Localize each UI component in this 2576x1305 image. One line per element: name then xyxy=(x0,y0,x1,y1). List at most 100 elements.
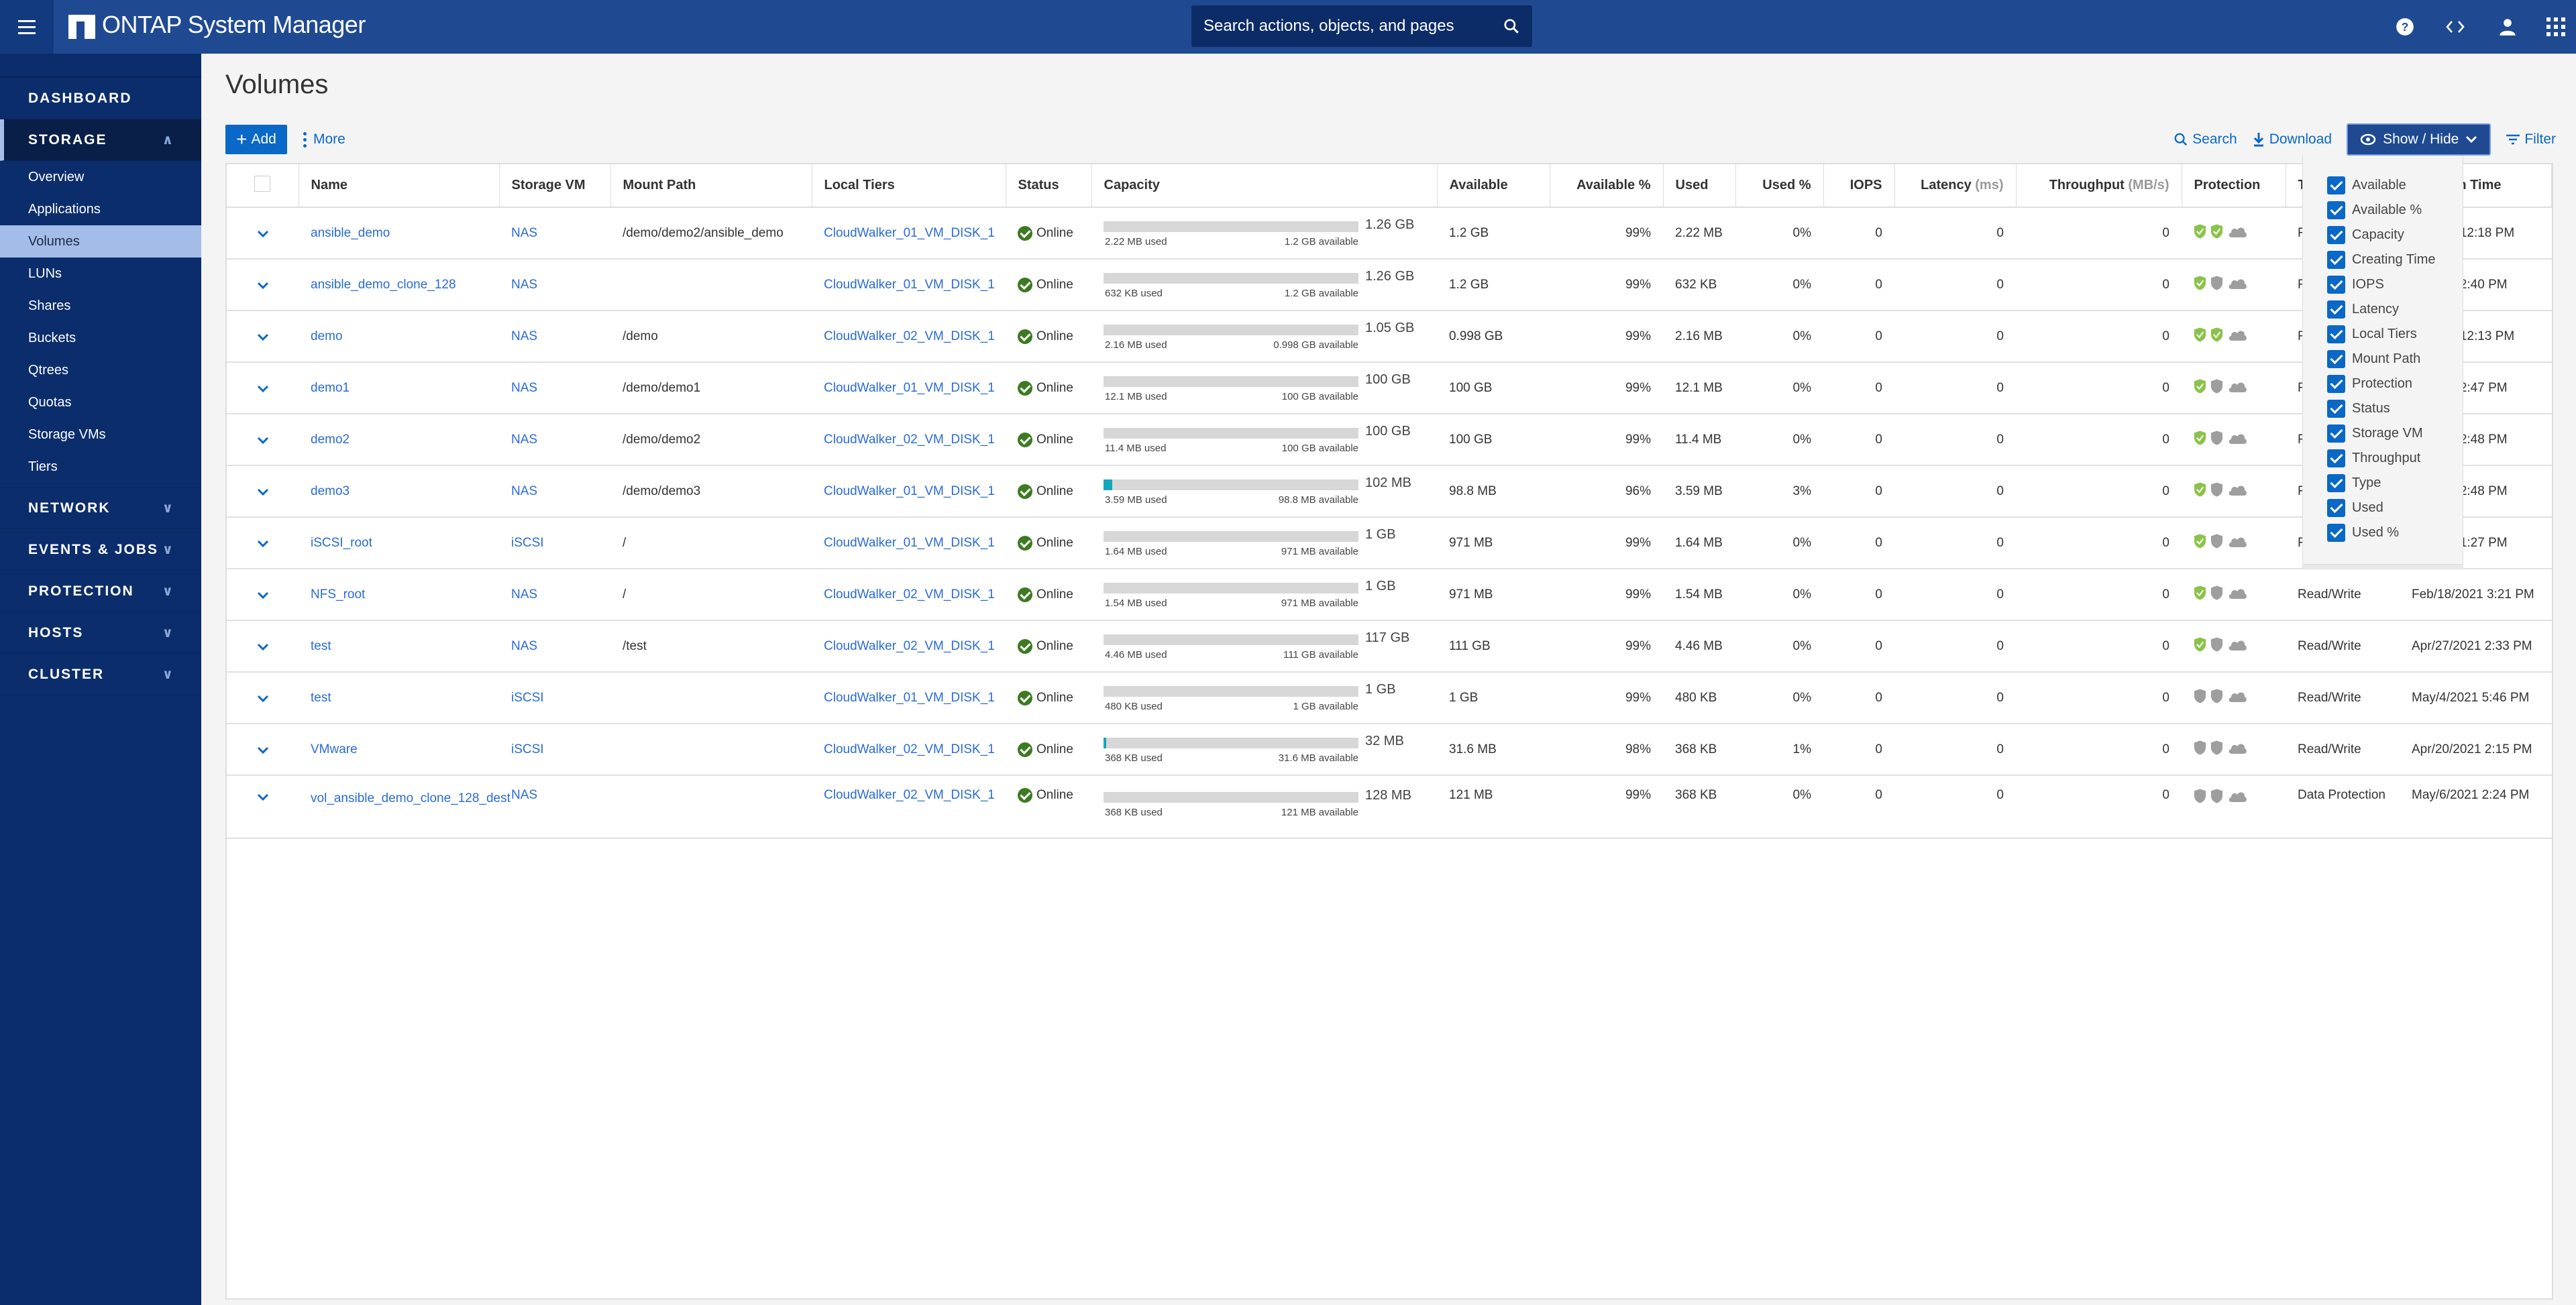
checkbox-checked-icon[interactable] xyxy=(2327,325,2345,343)
volume-name-link[interactable]: iSCSI_root xyxy=(299,517,499,569)
expand-row-button[interactable] xyxy=(227,724,299,776)
show-hide-option[interactable]: Protection xyxy=(2303,372,2463,396)
checkbox-checked-icon[interactable] xyxy=(2327,375,2345,393)
column-header-available[interactable]: Available xyxy=(1437,164,1550,208)
storage-vm-link[interactable]: NAS xyxy=(499,259,610,311)
checkbox-checked-icon[interactable] xyxy=(2327,251,2345,269)
sidebar-item-volumes[interactable]: Volumes xyxy=(0,225,201,258)
storage-vm-link[interactable]: NAS xyxy=(499,569,610,621)
column-header-local-tiers[interactable]: Local Tiers xyxy=(812,164,1006,208)
local-tier-link[interactable]: CloudWalker_02_VM_DISK_1 xyxy=(812,724,1006,776)
api-code-icon[interactable] xyxy=(2440,12,2470,42)
sidebar-item-buckets[interactable]: Buckets xyxy=(0,322,201,354)
volume-name-link[interactable]: vol_ansible_demo_clone_128_dest xyxy=(299,775,511,839)
sidebar-item-shares[interactable]: Shares xyxy=(0,290,201,322)
table-row[interactable]: demo1 NAS/demo/demo1 CloudWalker_01_VM_DIS… xyxy=(227,362,2552,414)
storage-vm-link[interactable]: NAS xyxy=(499,775,610,839)
volume-name-link[interactable]: demo3 xyxy=(299,465,499,518)
show-hide-option[interactable]: Mount Path xyxy=(2303,347,2463,372)
storage-vm-link[interactable]: iSCSI xyxy=(499,517,610,569)
show-hide-option[interactable]: Throughput xyxy=(2303,446,2463,471)
column-header-status[interactable]: Status xyxy=(1006,164,1092,208)
expand-row-button[interactable] xyxy=(227,775,299,839)
column-header-mount-path[interactable]: Mount Path xyxy=(610,164,812,208)
sidebar-section-protection[interactable]: PROTECTION ∨ xyxy=(0,571,201,612)
sidebar-item-applications[interactable]: Applications xyxy=(0,193,201,225)
volume-name-link[interactable]: demo2 xyxy=(299,414,499,466)
table-row[interactable]: test NAS/test CloudWalker_02_VM_DISK_1 Onli… xyxy=(227,620,2552,673)
sidebar-section-events-jobs[interactable]: EVENTS & JOBS ∨ xyxy=(0,529,201,571)
local-tier-link[interactable]: CloudWalker_01_VM_DISK_1 xyxy=(812,672,1006,724)
local-tier-link[interactable]: CloudWalker_01_VM_DISK_1 xyxy=(812,517,1006,569)
show-hide-option[interactable]: Used % xyxy=(2303,520,2463,545)
expand-row-button[interactable] xyxy=(227,310,299,363)
search-icon[interactable] xyxy=(1503,17,1520,35)
column-header-used[interactable]: Used xyxy=(1663,164,1736,208)
table-row[interactable]: demo2 NAS/demo/demo2 CloudWalker_02_VM_DIS… xyxy=(227,414,2552,466)
show-hide-button[interactable]: Show / Hide xyxy=(2347,123,2491,156)
local-tier-link[interactable]: CloudWalker_02_VM_DISK_1 xyxy=(812,569,1006,621)
column-header-iops[interactable]: IOPS xyxy=(1823,164,1895,208)
search-button[interactable]: Search xyxy=(2174,131,2237,148)
expand-row-button[interactable] xyxy=(227,414,299,466)
column-header-available-pct[interactable]: Available % xyxy=(1550,164,1664,208)
global-search-input[interactable] xyxy=(1203,17,1503,36)
column-header-throughput[interactable]: Throughput (MB/s) xyxy=(2016,164,2182,208)
expand-row-button[interactable] xyxy=(227,362,299,414)
checkbox-checked-icon[interactable] xyxy=(2327,300,2345,319)
sidebar-item-quotas[interactable]: Quotas xyxy=(0,386,201,418)
app-grid-icon[interactable] xyxy=(2541,12,2571,42)
show-hide-option[interactable]: Available xyxy=(2303,173,2463,198)
storage-vm-link[interactable]: NAS xyxy=(499,310,610,363)
volume-name-link[interactable]: ansible_demo_clone_128 xyxy=(299,259,499,311)
add-button[interactable]: + Add xyxy=(225,125,287,154)
expand-row-button[interactable] xyxy=(227,259,299,311)
expand-row-button[interactable] xyxy=(227,672,299,724)
menu-icon[interactable] xyxy=(0,0,54,54)
local-tier-link[interactable]: CloudWalker_01_VM_DISK_1 xyxy=(812,362,1006,414)
show-hide-option[interactable]: Used xyxy=(2303,496,2463,520)
sidebar-item-overview[interactable]: Overview xyxy=(0,161,201,193)
show-hide-option[interactable]: Storage VM xyxy=(2303,421,2463,446)
table-row[interactable]: iSCSI_root iSCSI / CloudWalker_01_VM_DISK_1… xyxy=(227,517,2552,569)
filter-button[interactable]: Filter xyxy=(2506,131,2556,148)
expand-row-button[interactable] xyxy=(227,620,299,673)
show-hide-option[interactable]: Available % xyxy=(2303,198,2463,223)
column-header-storage-vm[interactable]: Storage VM xyxy=(499,164,611,208)
checkbox-checked-icon[interactable] xyxy=(2327,424,2345,443)
column-header-used-pct[interactable]: Used % xyxy=(1735,164,1824,208)
storage-vm-link[interactable]: iSCSI xyxy=(499,672,610,724)
expand-row-button[interactable] xyxy=(227,569,299,621)
show-hide-option[interactable]: Status xyxy=(2303,396,2463,421)
show-hide-option[interactable]: Creating Time xyxy=(2303,247,2463,272)
show-hide-option[interactable]: Latency xyxy=(2303,297,2463,322)
checkbox-checked-icon[interactable] xyxy=(2327,524,2345,542)
volume-name-link[interactable]: test xyxy=(299,672,499,724)
local-tier-link[interactable]: CloudWalker_02_VM_DISK_1 xyxy=(812,620,1006,673)
volume-name-link[interactable]: NFS_root xyxy=(299,569,499,621)
sidebar-item-tiers[interactable]: Tiers xyxy=(0,451,201,483)
checkbox-checked-icon[interactable] xyxy=(2327,176,2345,194)
sidebar-section-storage[interactable]: STORAGE ∧ xyxy=(0,119,201,161)
checkbox-checked-icon[interactable] xyxy=(2327,449,2345,467)
more-button[interactable]: More xyxy=(303,125,345,154)
table-row[interactable]: demo3 NAS/demo/demo3 CloudWalker_01_VM_DIS… xyxy=(227,465,2552,518)
column-header-latency[interactable]: Latency (ms) xyxy=(1894,164,2017,208)
storage-vm-link[interactable]: iSCSI xyxy=(499,724,610,776)
help-icon[interactable]: ? xyxy=(2390,12,2420,42)
checkbox-checked-icon[interactable] xyxy=(2327,276,2345,294)
sidebar-item-qtrees[interactable]: Qtrees xyxy=(0,354,201,386)
local-tier-link[interactable]: CloudWalker_01_VM_DISK_1 xyxy=(812,207,1006,260)
checkbox-checked-icon[interactable] xyxy=(2327,499,2345,517)
expand-row-button[interactable] xyxy=(227,517,299,569)
table-row[interactable]: NFS_root NAS / CloudWalker_02_VM_DISK_1 Onli… xyxy=(227,569,2552,621)
sidebar-item-storage-vms[interactable]: Storage VMs xyxy=(0,418,201,451)
column-header-name[interactable]: Name xyxy=(299,164,500,208)
checkbox-checked-icon[interactable] xyxy=(2327,400,2345,418)
expand-row-button[interactable] xyxy=(227,465,299,518)
table-row[interactable]: test iSCSI CloudWalker_01_VM_DISK_1 Online 4… xyxy=(227,672,2552,724)
local-tier-link[interactable]: CloudWalker_02_VM_DISK_1 xyxy=(812,775,1006,839)
checkbox-checked-icon[interactable] xyxy=(2327,226,2345,244)
local-tier-link[interactable]: CloudWalker_02_VM_DISK_1 xyxy=(812,414,1006,466)
table-row[interactable]: ansible_demo_clone_128 NAS CloudWalker_01_… xyxy=(227,259,2552,311)
